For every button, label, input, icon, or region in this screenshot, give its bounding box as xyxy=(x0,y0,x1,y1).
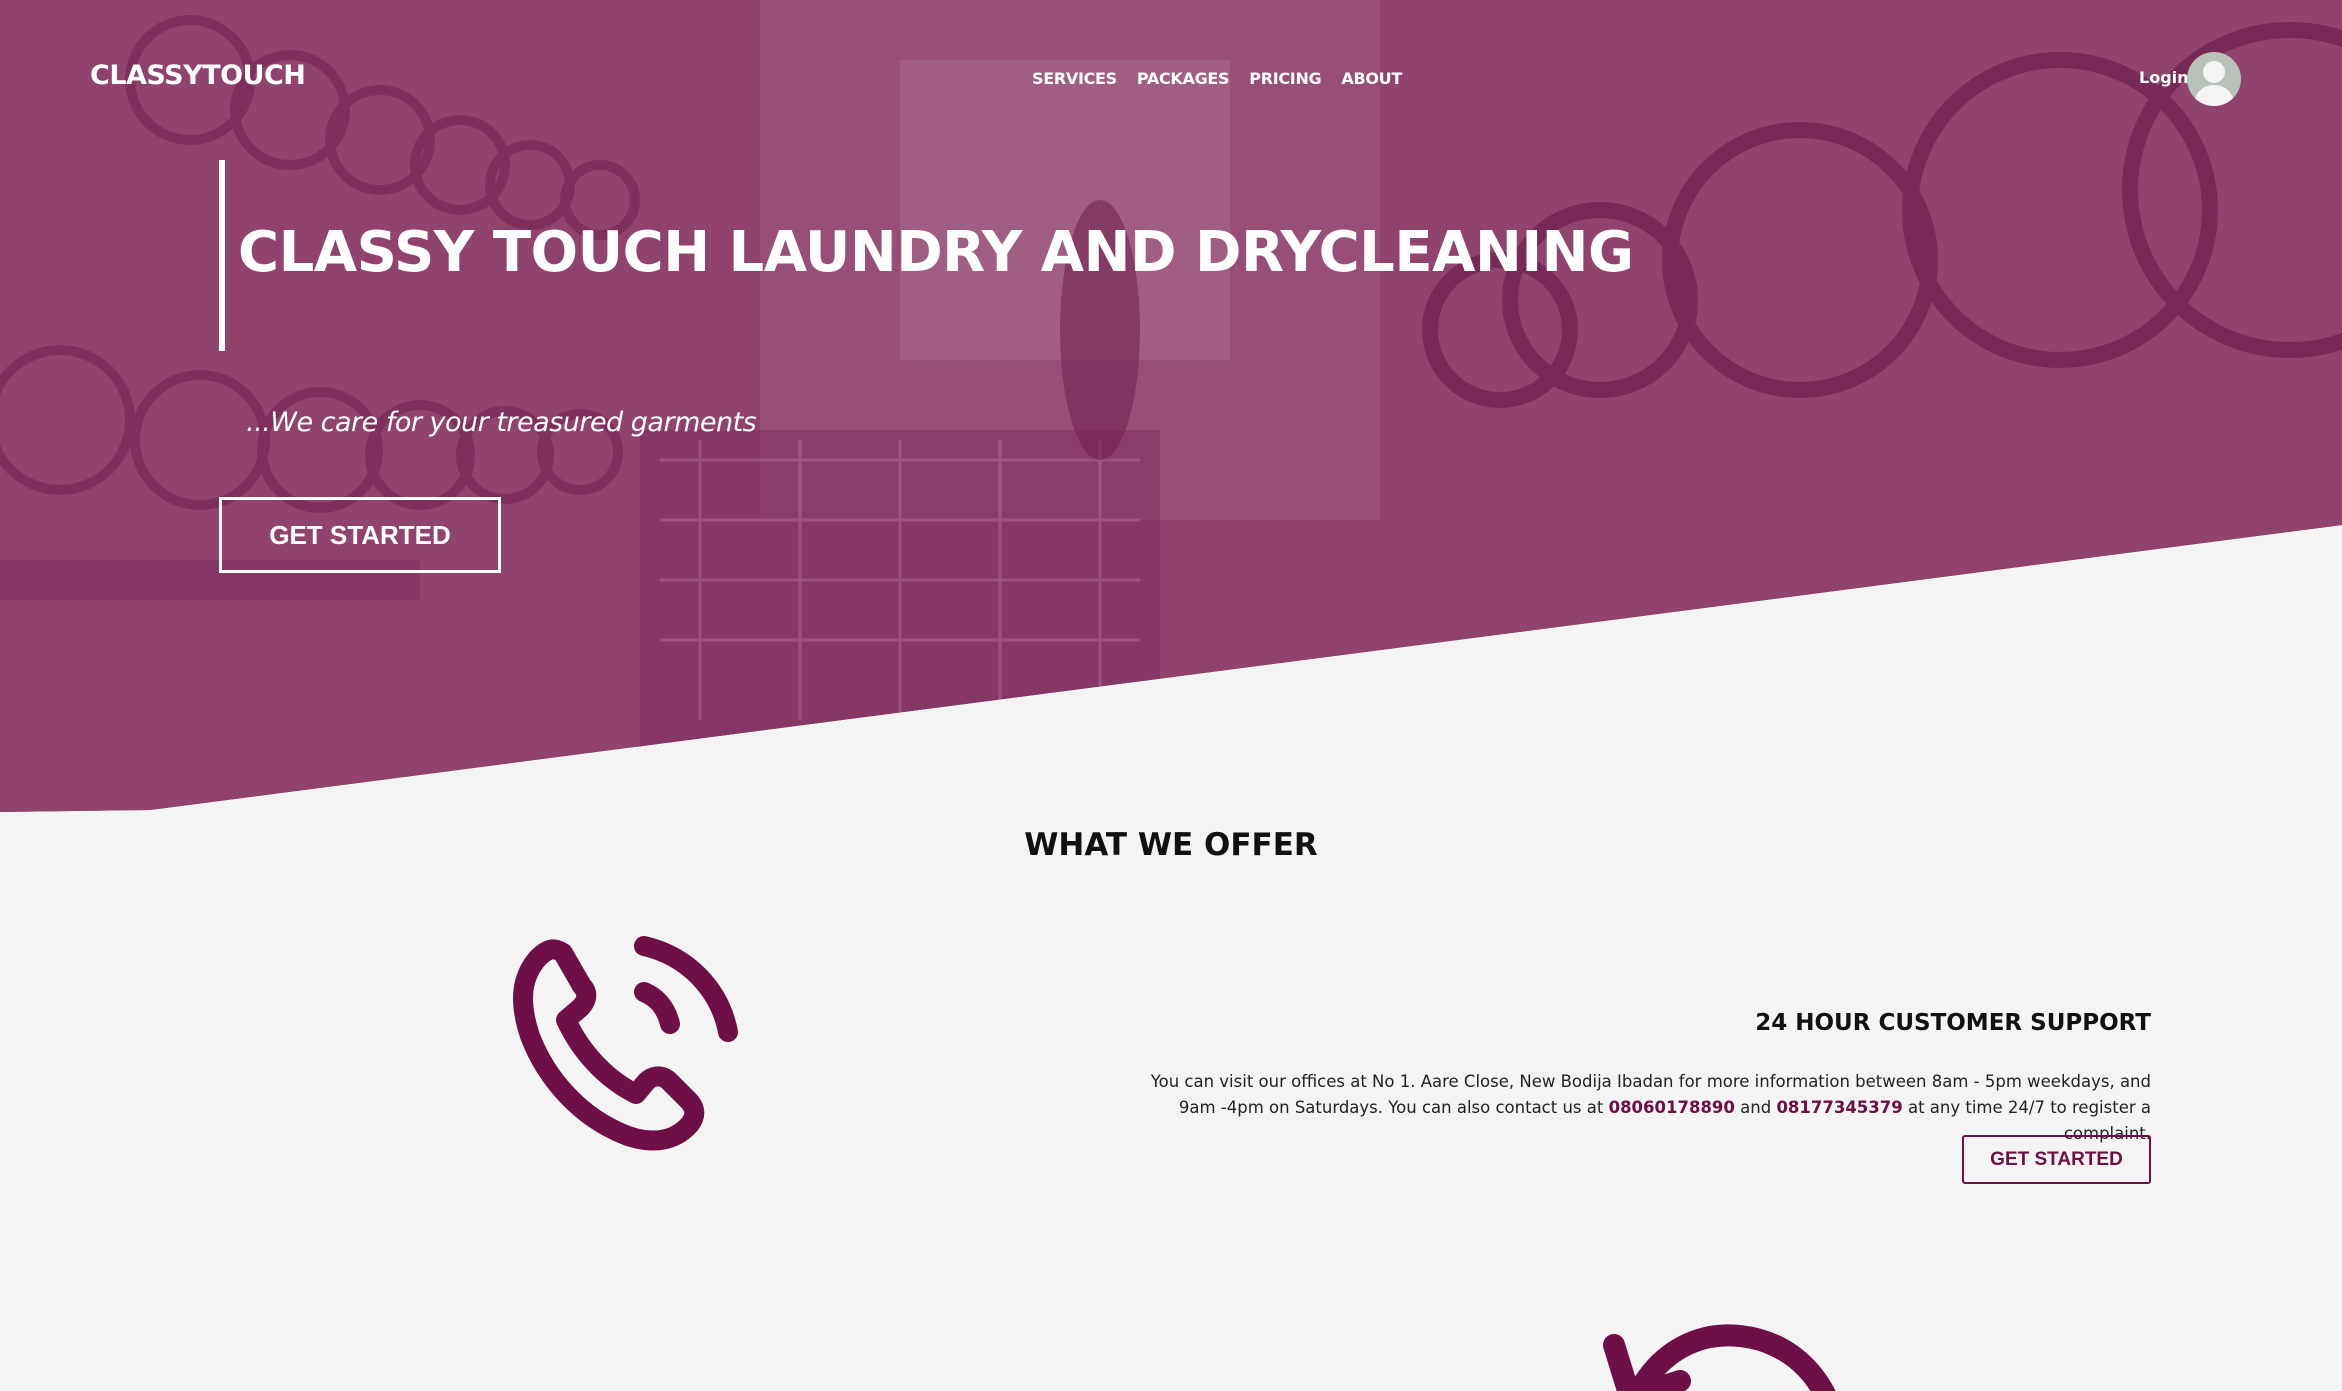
nav-item-about[interactable]: ABOUT xyxy=(1341,69,1402,88)
section-title: WHAT WE OFFER xyxy=(1024,827,1318,863)
nav-item-pricing[interactable]: PRICING xyxy=(1249,69,1321,88)
user-icon xyxy=(2193,61,2235,106)
phone-number-2[interactable]: 08177345379 xyxy=(1776,1098,1902,1117)
offer-text-part: and xyxy=(1734,1098,1777,1117)
brand-logo[interactable]: CLASSYTOUCH xyxy=(90,60,306,91)
phone-number-1[interactable]: 08060178890 xyxy=(1609,1098,1735,1117)
nav-item-packages[interactable]: PACKAGES xyxy=(1137,69,1230,88)
refresh-icon xyxy=(1603,1324,1836,1391)
offer-get-started-button[interactable]: GET STARTED xyxy=(1962,1135,2151,1184)
hero-title: CLASSY TOUCH LAUNDRY AND DRYCLEANING xyxy=(238,220,1634,285)
nav-item-services[interactable]: SERVICES xyxy=(1032,69,1117,88)
hero-get-started-button[interactable]: GET STARTED xyxy=(219,497,501,573)
offer-title-customer-support: 24 HOUR CUSTOMER SUPPORT xyxy=(1755,1010,2151,1036)
login-link[interactable]: Login xyxy=(2139,68,2189,87)
top-navbar: CLASSYTOUCH SERVICES PACKAGES PRICING AB… xyxy=(0,0,2342,160)
hero-tagline: ...We care for your treasured garments xyxy=(246,407,757,438)
hero-title-accent-bar xyxy=(219,160,225,351)
main-menu: SERVICES PACKAGES PRICING ABOUT xyxy=(1032,69,1402,88)
avatar[interactable] xyxy=(2187,52,2241,106)
phone-icon xyxy=(513,936,738,1151)
